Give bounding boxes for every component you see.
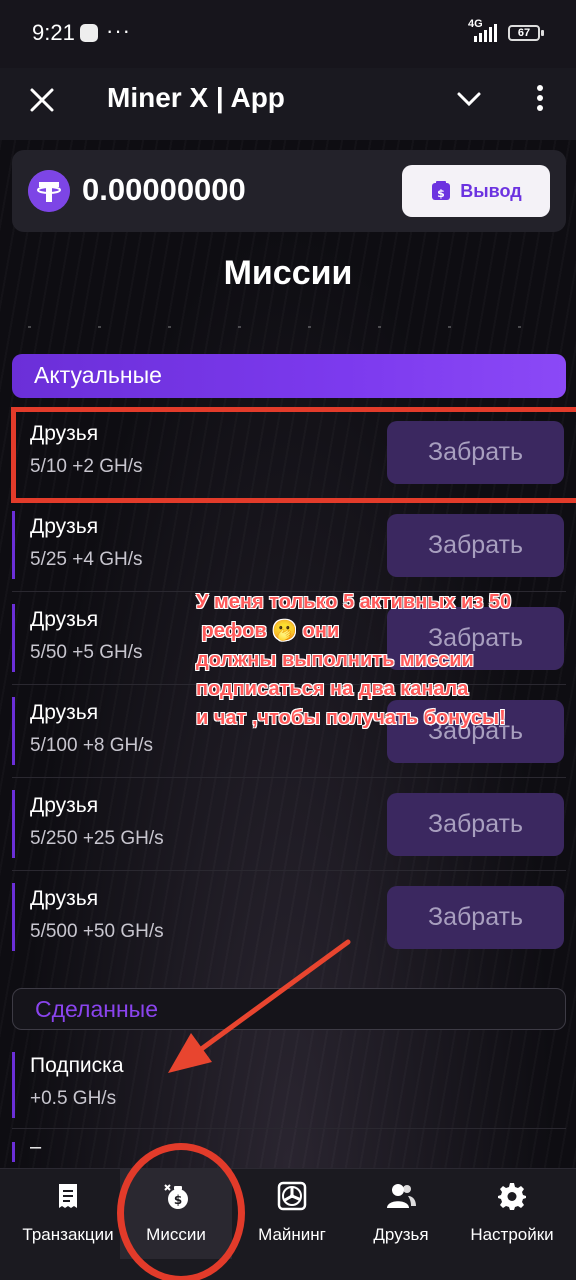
balance-card: 0.00000000 $ Вывод <box>12 150 566 232</box>
nav-label: Транзакции <box>22 1225 114 1244</box>
app-bar: Miner X | App <box>0 68 576 140</box>
row-separator <box>12 777 566 778</box>
battery-icon: 67 <box>508 25 544 41</box>
bottom-nav: Транзакции $ Миссии Майнинг Друзья Настр… <box>0 1143 576 1280</box>
mission-name: Друзья <box>30 515 99 538</box>
mission-reward: 5/25 +4 GH/s <box>30 549 143 570</box>
mission-name: Друзья <box>30 608 99 631</box>
notification-icon <box>80 24 98 42</box>
row-separator <box>12 1128 566 1129</box>
withdraw-label: Вывод <box>460 180 522 201</box>
mission-name: Друзья <box>30 701 99 724</box>
claim-button[interactable]: Забрать <box>387 793 564 856</box>
nav-label: Друзья <box>373 1225 429 1244</box>
gear-icon <box>498 1183 526 1210</box>
missions-page: 0.00000000 $ Вывод Миссии Актуальные Дру… <box>0 140 576 1168</box>
divider <box>28 326 548 328</box>
mission-reward: 5/500 +50 GH/s <box>30 921 164 942</box>
mission-accent-bar <box>12 883 15 951</box>
mission-accent-bar <box>12 604 15 672</box>
nav-mining[interactable]: Майнинг <box>236 1169 348 1259</box>
section-active-label: Актуальные <box>34 362 162 388</box>
done-mission-item: Подписка +0.5 GH/s <box>12 1048 566 1124</box>
signal-icon <box>474 24 497 42</box>
mission-reward: 5/250 +25 GH/s <box>30 828 164 849</box>
claim-button[interactable]: Забрать <box>387 514 564 577</box>
wallet-icon: $ <box>432 181 451 200</box>
mission-name: Друзья <box>30 887 99 910</box>
withdraw-button[interactable]: $ Вывод <box>402 165 550 217</box>
annotation-circle <box>117 1143 245 1280</box>
mission-accent-bar <box>12 511 15 579</box>
app-title: Miner X | App <box>107 82 285 113</box>
mission-accent-bar <box>12 697 15 765</box>
close-icon[interactable] <box>26 84 58 116</box>
mission-item: Друзья 5/250 +25 GH/s Забрать <box>12 784 566 871</box>
mission-name-partial: – <box>30 1136 42 1158</box>
page-title: Миссии <box>223 254 353 292</box>
mission-reward: 5/100 +8 GH/s <box>30 735 154 756</box>
nav-transactions[interactable]: Транзакции <box>10 1169 126 1259</box>
nav-friends[interactable]: Друзья <box>346 1169 456 1259</box>
annotation-highlight-box <box>11 407 576 503</box>
mission-item: Друзья 5/25 +4 GH/s Забрать <box>12 505 566 592</box>
mission-accent-bar <box>12 1142 15 1162</box>
mission-accent-bar <box>12 790 15 858</box>
users-icon <box>387 1184 416 1208</box>
chevron-down-icon[interactable] <box>454 86 484 110</box>
status-bar: 9:21 ··· 4G 67 <box>0 0 576 68</box>
receipt-icon <box>59 1184 77 1208</box>
balance-amount: 0.00000000 <box>82 172 246 207</box>
fan-icon <box>277 1181 307 1211</box>
svg-text:$: $ <box>437 187 445 200</box>
more-notifications-icon: ··· <box>106 18 131 43</box>
nav-label: Настройки <box>470 1225 554 1244</box>
tether-coin-icon <box>28 170 70 212</box>
row-separator <box>12 870 566 871</box>
nav-settings[interactable]: Настройки <box>456 1169 568 1259</box>
more-vert-icon[interactable] <box>530 82 550 114</box>
status-time: 9:21 <box>32 20 75 45</box>
section-done-label: Сделанные <box>35 996 158 1022</box>
mission-reward: +0.5 GH/s <box>30 1088 117 1109</box>
mission-accent-bar <box>12 1052 15 1118</box>
mission-item: Друзья 5/500 +50 GH/s Забрать <box>12 877 566 957</box>
nav-label: Майнинг <box>258 1225 326 1244</box>
mission-name: Подписка <box>30 1054 124 1077</box>
claim-button[interactable]: Забрать <box>387 886 564 949</box>
section-header-active[interactable]: Актуальные <box>12 354 566 398</box>
mission-name: Друзья <box>30 794 99 817</box>
mission-reward: 5/50 +5 GH/s <box>30 642 143 663</box>
annotation-text: У меня только 5 активных из 50 рефов 🫢 о… <box>196 591 512 729</box>
section-header-done[interactable]: Сделанные <box>12 988 566 1030</box>
